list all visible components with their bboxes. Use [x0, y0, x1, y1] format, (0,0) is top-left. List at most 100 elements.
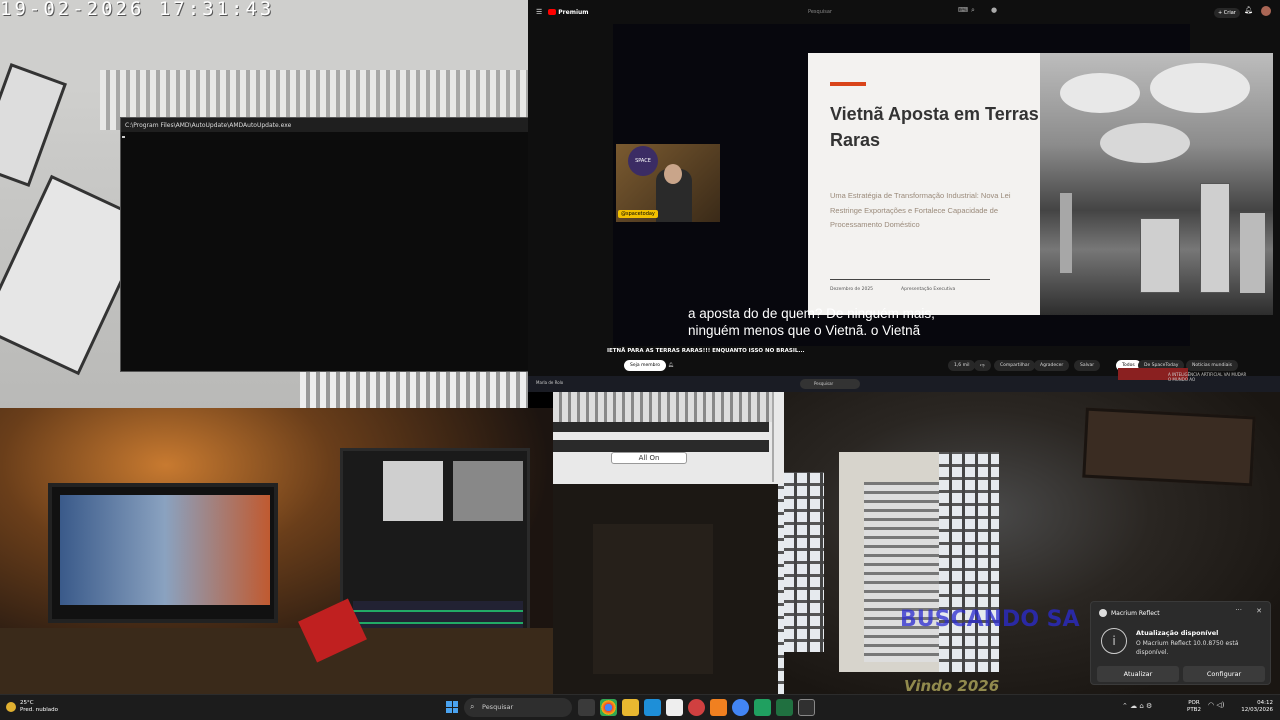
save-button[interactable]: Salvar [1074, 360, 1101, 371]
window-bar-2 [553, 440, 769, 452]
sheets-icon[interactable] [754, 699, 771, 716]
weather-widget[interactable]: 25°C Pred. nublado [6, 700, 58, 714]
monitor-screen [60, 495, 270, 605]
more-options-icon[interactable]: ··· [1235, 606, 1242, 614]
channel-logo: SPACE [628, 146, 658, 176]
create-button[interactable]: + Criar [1214, 8, 1240, 18]
notification-title: Atualização disponível [1136, 629, 1219, 637]
slide-title: Vietnã Aposta em Terras Raras [830, 104, 1039, 150]
avatar[interactable] [1261, 6, 1271, 16]
input-language[interactable]: POR PTB2 [1187, 700, 1201, 714]
camera-timestamp: 19-02-2026 17:31:43 [0, 0, 275, 20]
remote-user: Marla de Rolo [536, 380, 564, 385]
taskbar-search[interactable]: ⌕ Pesquisar [464, 698, 572, 717]
join-button[interactable]: Seja membro [624, 360, 666, 371]
notification-app-name: Macrium Reflect [1111, 609, 1160, 617]
subtitle-line-2: ninguém menos que o Vietnã. o Vietnã [688, 323, 921, 338]
keyboard-icon[interactable]: ⌨ [958, 6, 968, 14]
bell-icon[interactable]: 🔔︎ [668, 363, 674, 368]
taskbar-search-label: Pesquisar [482, 703, 514, 711]
cursor-app-icon[interactable] [798, 699, 815, 716]
notepad-icon[interactable] [666, 699, 683, 716]
youtube-search-input[interactable]: Pesquisar [748, 6, 948, 19]
search-icon[interactable]: ⌕ [971, 6, 975, 15]
console-title: C:\Program Files\AMD\AutoUpdate\AMDAutoU… [125, 121, 292, 129]
hanging-laptop [0, 63, 68, 187]
subtitle-line-1: a aposta do de quem? De ninguém mais, [688, 306, 935, 321]
slide-footer: Dezembro de 2025 Apresentação Executiva [830, 287, 955, 292]
room-shadow [593, 524, 713, 674]
remote-search[interactable]: Pesquisar [800, 379, 860, 389]
lights-control-window: All On [553, 392, 784, 484]
recommended-video-title[interactable]: A INTELIGÊNCIA ARTIFICIAL VAI MUDAR O MU… [1168, 372, 1248, 382]
weather-temp: 25°C [20, 700, 34, 706]
console-cursor [122, 136, 125, 138]
graffiti-text: BUSCANDO SA [900, 607, 1080, 632]
presentation-slide: Vietnã Aposta em Terras Raras Uma Estrat… [808, 53, 1273, 315]
youtube-logo-text: Premium [558, 8, 589, 16]
pinned-apps [578, 699, 815, 716]
start-button[interactable] [446, 701, 458, 713]
video-subtitles: a aposta do de quem? De ninguém mais, ni… [688, 305, 1088, 339]
youtube-play-icon [548, 9, 557, 15]
presenter-handle: @spacetoday [618, 210, 658, 218]
file-explorer-icon[interactable] [622, 699, 639, 716]
monitor-window-1 [383, 461, 443, 521]
dislike-button[interactable]: 👎︎ [974, 360, 991, 371]
presenter-head [664, 164, 682, 184]
slide-subtitle: Uma Estratégia de Transformação Industri… [830, 191, 1011, 229]
info-icon: i [1101, 628, 1127, 654]
edge-icon[interactable] [644, 699, 661, 716]
like-button[interactable]: 1,6 mil [948, 360, 976, 371]
update-button[interactable]: Atualizar [1097, 666, 1179, 682]
window-preview [553, 392, 773, 422]
notification-close-icon[interactable]: ✕ [1256, 607, 1262, 615]
balcony-railing-lower [300, 372, 528, 408]
graffiti-text-2: Vindo 2026 [904, 677, 1000, 694]
toast-notification[interactable]: Macrium Reflect ··· ✕ i Atualização disp… [1090, 601, 1271, 685]
weather-icon [6, 702, 16, 712]
slide-presenter: Apresentação Executiva [901, 287, 956, 292]
search-icon: ⌕ [470, 702, 475, 711]
chrome-icon[interactable] [600, 699, 617, 716]
system-clock[interactable]: 04:12 12/03/2026 [1237, 700, 1273, 714]
desk-surface [0, 628, 553, 694]
thanks-button[interactable]: Agradecer [1034, 360, 1070, 371]
chip-news[interactable]: Notícias mundiais [1186, 360, 1238, 371]
monitor-window-2 [453, 461, 523, 521]
share-button[interactable]: Compartilhar [994, 360, 1036, 371]
camera-feed-desk [0, 408, 553, 694]
task-view-icon[interactable] [578, 699, 595, 716]
windows-taskbar: 25°C Pred. nublado ⌕ Pesquisar ⌃ ☁ ⌂ ⚙ P… [0, 694, 1280, 720]
tray-overflow-icon[interactable]: ⌃ ☁ ⌂ ⚙ [1122, 702, 1152, 710]
pdf-icon[interactable] [688, 699, 705, 716]
youtube-topbar: ☰ Premium Pesquisar ⌨ ⌕ ● + Criar 🔔︎ [528, 0, 1280, 24]
mic-icon[interactable]: ● [991, 6, 997, 14]
lang-code: POR [1188, 700, 1200, 706]
slide-accent-bar [830, 82, 866, 86]
desk-monitor-left [48, 483, 278, 623]
industrial-plant-photo [1040, 53, 1273, 315]
window-scrollbar[interactable] [772, 392, 774, 482]
window-bar [553, 422, 769, 432]
notifications-icon[interactable]: 🔔︎ [1244, 6, 1253, 14]
lang-layout: PTB2 [1187, 707, 1201, 713]
youtube-logo[interactable]: Premium [548, 8, 589, 16]
vlc-icon[interactable] [710, 699, 727, 716]
macrium-app-icon [1099, 609, 1107, 617]
network-volume-icons[interactable]: ◠ ◁) [1208, 701, 1224, 709]
excel-icon[interactable] [776, 699, 793, 716]
video-player[interactable]: SPACE @spacetoday Vietnã Aposta em Terra… [613, 24, 1273, 346]
slide-date: Dezembro de 2025 [830, 287, 874, 292]
menu-icon[interactable]: ☰ [536, 8, 542, 16]
clock-date: 12/03/2026 [1241, 707, 1273, 713]
chrome-profile-icon[interactable] [732, 699, 749, 716]
configure-button[interactable]: Configurar [1183, 666, 1265, 682]
notification-header: Macrium Reflect [1099, 609, 1160, 617]
wall-frame [1082, 407, 1256, 487]
all-on-button[interactable]: All On [611, 452, 687, 464]
youtube-window: ☰ Premium Pesquisar ⌨ ⌕ ● + Criar 🔔︎ SPA… [528, 0, 1280, 376]
weather-desc: Pred. nublado [20, 707, 58, 713]
camera-feed-room [553, 484, 784, 694]
desk-monitor-right [340, 448, 530, 648]
